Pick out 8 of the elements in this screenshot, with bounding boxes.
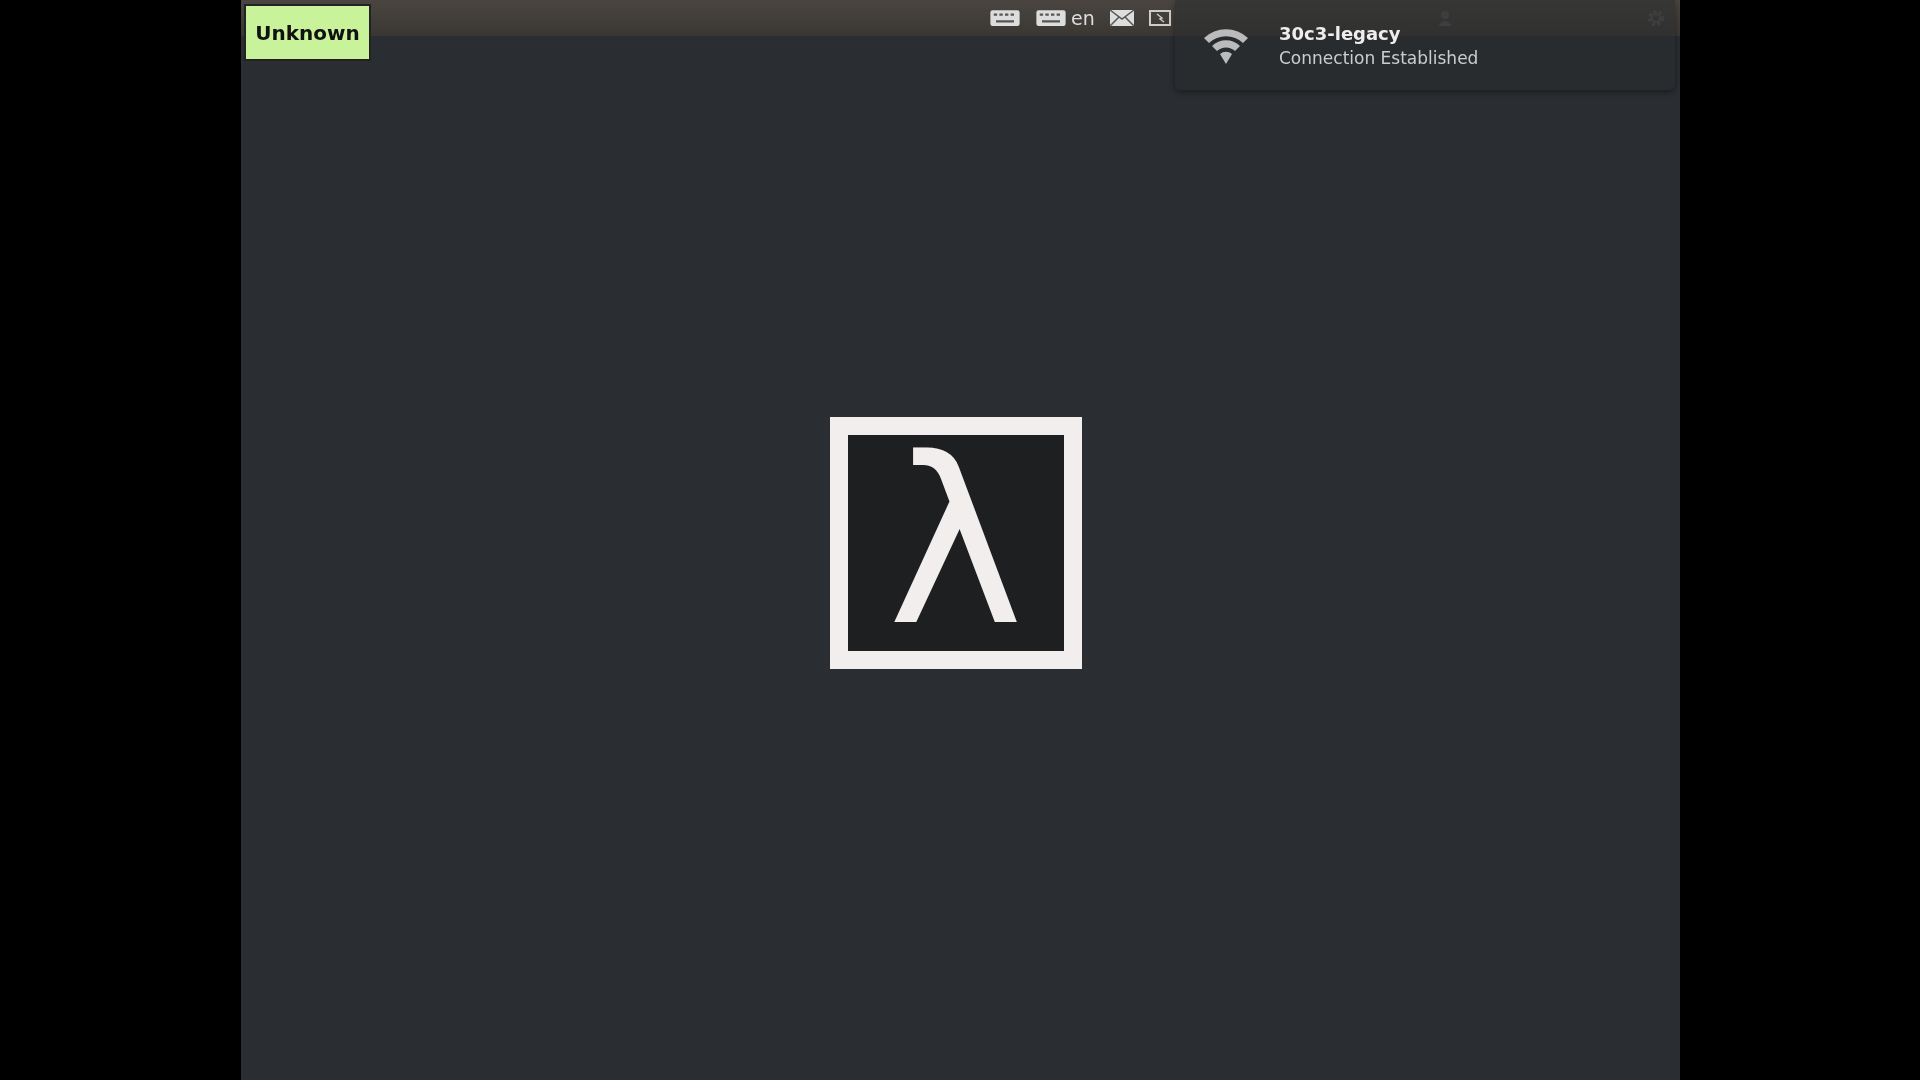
session-button[interactable]: Unknown xyxy=(244,4,371,61)
notification-message: Connection Established xyxy=(1279,47,1479,68)
keyboard-icon[interactable] xyxy=(989,9,1021,27)
keyboard-layout-label[interactable]: en xyxy=(1071,7,1095,29)
keyboard-icon[interactable] xyxy=(1035,9,1067,27)
envelope-icon[interactable] xyxy=(1108,9,1135,27)
notification-title: 30c3-legacy xyxy=(1279,22,1402,44)
lambda-logo: λ xyxy=(829,417,1082,669)
